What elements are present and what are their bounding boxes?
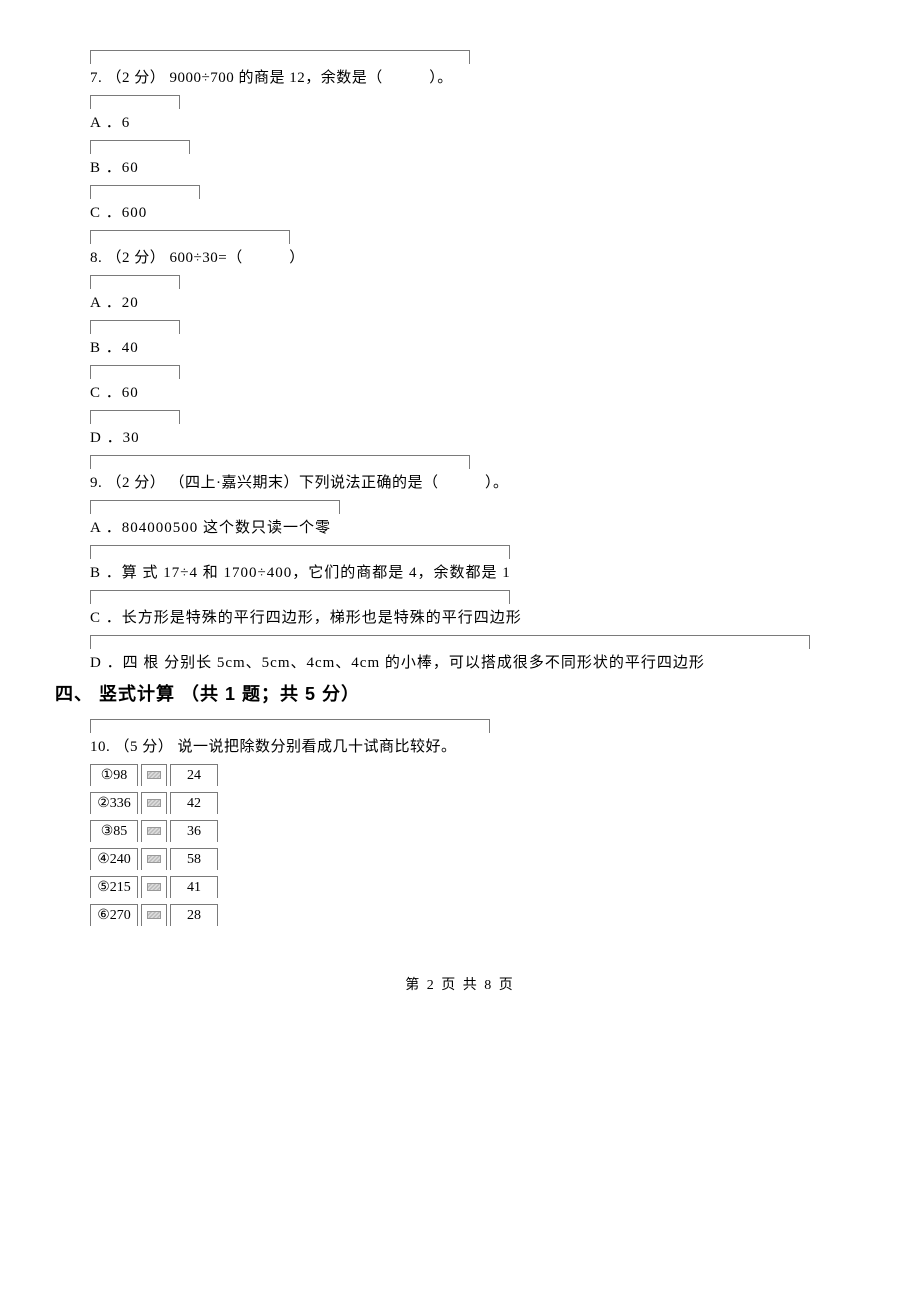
box-rule (90, 500, 340, 514)
option-text: B ．40 (90, 336, 865, 359)
division-image-icon (141, 904, 167, 926)
option-d: D ．30 (90, 410, 865, 449)
sub-right: 42 (170, 792, 218, 814)
sub-right: 41 (170, 876, 218, 898)
sub-expression: ①98 24 (90, 764, 865, 786)
option-a: A ．804000500 这个数只读一个零 (90, 500, 865, 539)
question-7: 7. （2 分） 9000÷700 的商是 12，余数是（ ）。 (90, 50, 865, 89)
question-9: 9. （2 分） （四上·嘉兴期末）下列说法正确的是（ ）。 (90, 455, 865, 494)
sub-right: 28 (170, 904, 218, 926)
question-text: 8. （2 分） 600÷30=（ ） (90, 246, 865, 269)
sub-left: ⑥270 (90, 904, 138, 926)
option-c: C ．600 (90, 185, 865, 224)
box-rule (90, 275, 180, 289)
option-b: B ．算 式 17÷4 和 1700÷400，它们的商都是 4，余数都是 1 (90, 545, 865, 584)
box-rule (90, 719, 490, 733)
option-b: B ．60 (90, 140, 865, 179)
option-c: C ．长方形是特殊的平行四边形，梯形也是特殊的平行四边形 (90, 590, 865, 629)
sub-right: 24 (170, 764, 218, 786)
box-rule (90, 95, 180, 109)
sub-right: 36 (170, 820, 218, 842)
option-text: A ．804000500 这个数只读一个零 (90, 516, 865, 539)
box-rule (90, 185, 200, 199)
box-rule (90, 365, 180, 379)
option-text: A ．20 (90, 291, 865, 314)
option-text: C ．长方形是特殊的平行四边形，梯形也是特殊的平行四边形 (90, 606, 865, 629)
box-rule (90, 320, 180, 334)
sub-expression: ③85 36 (90, 820, 865, 842)
question-text: 10. （5 分） 说一说把除数分别看成几十试商比较好。 (90, 735, 865, 758)
q8-options: A ．20 B ．40 C ．60 D ．30 (90, 275, 865, 449)
question-8: 8. （2 分） 600÷30=（ ） (90, 230, 865, 269)
sub-right: 58 (170, 848, 218, 870)
sub-left: ②336 (90, 792, 138, 814)
division-image-icon (141, 876, 167, 898)
division-image-icon (141, 820, 167, 842)
option-d: D ．四 根 分别长 5cm、5cm、4cm、4cm 的小棒，可以搭成很多不同形… (90, 635, 865, 674)
question-text: 9. （2 分） （四上·嘉兴期末）下列说法正确的是（ ）。 (90, 471, 865, 494)
option-text: B ．60 (90, 156, 865, 179)
option-a: A ．6 (90, 95, 865, 134)
box-rule (90, 545, 510, 559)
division-image-icon (141, 848, 167, 870)
sub-expression: ⑥270 28 (90, 904, 865, 926)
q7-options: A ．6 B ．60 C ．600 (90, 95, 865, 224)
division-image-icon (141, 792, 167, 814)
option-text: B ．算 式 17÷4 和 1700÷400，它们的商都是 4，余数都是 1 (90, 561, 865, 584)
box-rule (90, 230, 290, 244)
sub-left: ④240 (90, 848, 138, 870)
sub-left: ③85 (90, 820, 138, 842)
sub-expression: ④240 58 (90, 848, 865, 870)
option-a: A ．20 (90, 275, 865, 314)
page-footer: 第 2 页 共 8 页 (55, 976, 865, 996)
option-text: A ．6 (90, 111, 865, 134)
section-4-title: 四、 竖式计算 （共 1 题；共 5 分） (55, 682, 865, 707)
q10-sub-items: ①98 24 ②336 42 ③85 36 ④240 58 ⑤215 41 ⑥270 28 (90, 764, 865, 926)
option-text: D ．30 (90, 426, 865, 449)
box-rule (90, 140, 190, 154)
sub-expression: ⑤215 41 (90, 876, 865, 898)
question-text: 7. （2 分） 9000÷700 的商是 12，余数是（ ）。 (90, 66, 865, 89)
question-10: 10. （5 分） 说一说把除数分别看成几十试商比较好。 (90, 719, 865, 758)
option-c: C ．60 (90, 365, 865, 404)
sub-expression: ②336 42 (90, 792, 865, 814)
box-rule (90, 455, 470, 469)
sub-left: ⑤215 (90, 876, 138, 898)
option-text: C ．600 (90, 201, 865, 224)
box-rule (90, 410, 180, 424)
box-rule (90, 50, 470, 64)
option-text: C ．60 (90, 381, 865, 404)
option-text: D ．四 根 分别长 5cm、5cm、4cm、4cm 的小棒，可以搭成很多不同形… (90, 651, 865, 674)
q9-options: A ．804000500 这个数只读一个零 B ．算 式 17÷4 和 1700… (90, 500, 865, 674)
option-b: B ．40 (90, 320, 865, 359)
box-rule (90, 590, 510, 604)
box-rule (90, 635, 810, 649)
sub-left: ①98 (90, 764, 138, 786)
division-image-icon (141, 764, 167, 786)
